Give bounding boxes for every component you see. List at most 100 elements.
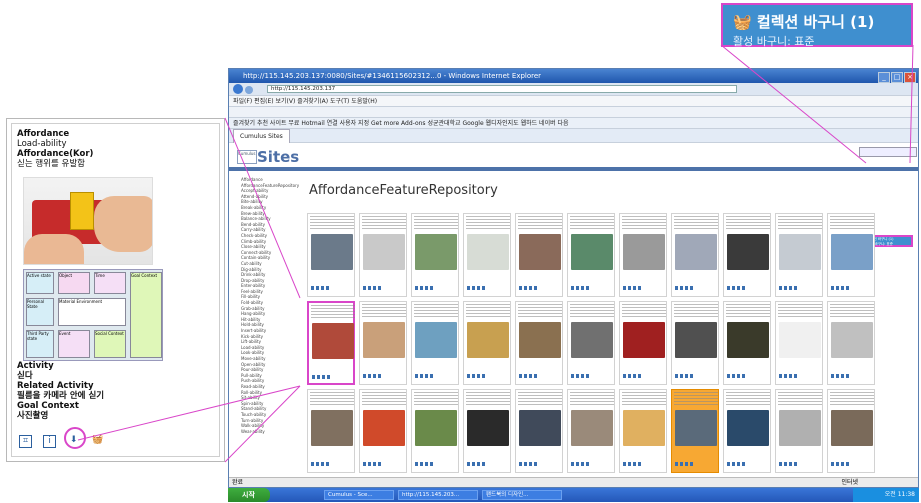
asset-card[interactable]: [723, 389, 771, 473]
asset-thumbnail[interactable]: [623, 322, 665, 358]
maximize-button[interactable]: □: [891, 72, 903, 83]
asset-action-icons[interactable]: [727, 374, 747, 378]
asset-card[interactable]: [775, 213, 823, 297]
asset-card[interactable]: [411, 389, 459, 473]
url-input[interactable]: http://115.145.203.137: [267, 85, 737, 93]
forward-button[interactable]: [244, 86, 253, 94]
asset-thumbnail[interactable]: [311, 410, 353, 446]
asset-card[interactable]: [827, 301, 875, 385]
asset-thumbnail[interactable]: [675, 234, 717, 270]
asset-action-icons[interactable]: [571, 286, 591, 290]
asset-thumbnail[interactable]: [831, 322, 873, 358]
asset-thumbnail[interactable]: [519, 322, 561, 358]
preview-icon[interactable]: ⌗: [19, 435, 32, 448]
menu-bar[interactable]: 파일(F) 편집(E) 보기(V) 즐겨찾기(A) 도구(T) 도움말(H): [229, 96, 918, 107]
asset-action-icons[interactable]: [519, 462, 539, 466]
asset-action-icons[interactable]: [623, 462, 643, 466]
asset-action-icons[interactable]: [831, 374, 851, 378]
asset-action-icons[interactable]: [831, 286, 851, 290]
asset-action-icons[interactable]: [519, 374, 539, 378]
asset-card[interactable]: [567, 213, 615, 297]
asset-thumbnail[interactable]: [467, 410, 509, 446]
asset-thumbnail[interactable]: [415, 410, 457, 446]
asset-thumbnail[interactable]: [727, 234, 769, 270]
asset-card[interactable]: [567, 389, 615, 473]
asset-card[interactable]: [359, 213, 407, 297]
asset-action-icons[interactable]: [312, 375, 332, 379]
asset-card[interactable]: [307, 213, 355, 297]
asset-thumbnail[interactable]: [727, 410, 769, 446]
asset-card[interactable]: [723, 301, 771, 385]
asset-card[interactable]: [775, 301, 823, 385]
asset-card[interactable]: [463, 213, 511, 297]
asset-action-icons[interactable]: [415, 462, 435, 466]
back-button[interactable]: [233, 84, 243, 94]
basket-icon[interactable]: 🧺: [91, 435, 104, 448]
asset-card[interactable]: [619, 213, 667, 297]
asset-card[interactable]: [827, 213, 875, 297]
asset-thumbnail[interactable]: [779, 322, 821, 358]
asset-action-icons[interactable]: [311, 286, 331, 290]
asset-action-icons[interactable]: [727, 286, 747, 290]
close-button[interactable]: ×: [904, 72, 916, 83]
asset-action-icons[interactable]: [831, 462, 851, 466]
asset-thumbnail[interactable]: [519, 410, 561, 446]
asset-action-icons[interactable]: [623, 286, 643, 290]
asset-card[interactable]: [515, 301, 563, 385]
asset-thumbnail[interactable]: [311, 234, 353, 270]
sites-logo[interactable]: Cumulus Sites: [235, 147, 305, 166]
asset-thumbnail[interactable]: [571, 410, 613, 446]
asset-action-icons[interactable]: [571, 462, 591, 466]
asset-card[interactable]: [463, 301, 511, 385]
asset-thumbnail[interactable]: [312, 323, 354, 359]
asset-card[interactable]: [723, 213, 771, 297]
asset-action-icons[interactable]: [675, 462, 695, 466]
asset-action-icons[interactable]: [311, 462, 331, 466]
asset-thumbnail[interactable]: [467, 322, 509, 358]
asset-thumbnail[interactable]: [415, 322, 457, 358]
asset-card[interactable]: [359, 389, 407, 473]
asset-thumbnail[interactable]: [675, 410, 717, 446]
asset-card[interactable]: [463, 389, 511, 473]
asset-action-icons[interactable]: [467, 286, 487, 290]
info-icon[interactable]: i: [43, 435, 57, 448]
asset-thumbnail[interactable]: [363, 410, 405, 446]
asset-card[interactable]: [515, 213, 563, 297]
asset-action-icons[interactable]: [415, 374, 435, 378]
tree-item[interactable]: Wear-ability: [235, 429, 297, 435]
item-preview-image[interactable]: [23, 177, 153, 265]
asset-thumbnail[interactable]: [779, 410, 821, 446]
asset-card[interactable]: [411, 213, 459, 297]
asset-thumbnail[interactable]: [831, 234, 873, 270]
asset-action-icons[interactable]: [571, 374, 591, 378]
asset-action-icons[interactable]: [467, 462, 487, 466]
asset-thumbnail[interactable]: [779, 234, 821, 270]
asset-action-icons[interactable]: [675, 286, 695, 290]
asset-thumbnail[interactable]: [571, 234, 613, 270]
asset-card[interactable]: [567, 301, 615, 385]
asset-card[interactable]: [671, 213, 719, 297]
asset-action-icons[interactable]: [467, 374, 487, 378]
asset-thumbnail[interactable]: [623, 410, 665, 446]
asset-thumbnail[interactable]: [623, 234, 665, 270]
asset-card[interactable]: [411, 301, 459, 385]
task-cumulus[interactable]: Cumulus - Sce...: [324, 490, 394, 500]
asset-action-icons[interactable]: [779, 286, 799, 290]
asset-card[interactable]: [619, 389, 667, 473]
asset-action-icons[interactable]: [363, 286, 383, 290]
asset-action-icons[interactable]: [779, 374, 799, 378]
start-button[interactable]: 시작: [228, 488, 270, 502]
task-doc[interactable]: 팬드북의 디자인...: [482, 490, 562, 500]
task-ie[interactable]: http://115.145.203...: [398, 490, 478, 500]
asset-card[interactable]: [515, 389, 563, 473]
asset-thumbnail[interactable]: [571, 322, 613, 358]
asset-action-icons[interactable]: [363, 374, 383, 378]
asset-card[interactable]: [671, 301, 719, 385]
asset-card[interactable]: [359, 301, 407, 385]
asset-action-icons[interactable]: [415, 286, 435, 290]
asset-thumbnail[interactable]: [363, 322, 405, 358]
asset-thumbnail[interactable]: [415, 234, 457, 270]
asset-card[interactable]: [827, 389, 875, 473]
collection-basket-callout[interactable]: 🧺 컬렉션 바구니 (1) 활성 바구니: 표준: [721, 3, 913, 48]
asset-card[interactable]: [775, 389, 823, 473]
